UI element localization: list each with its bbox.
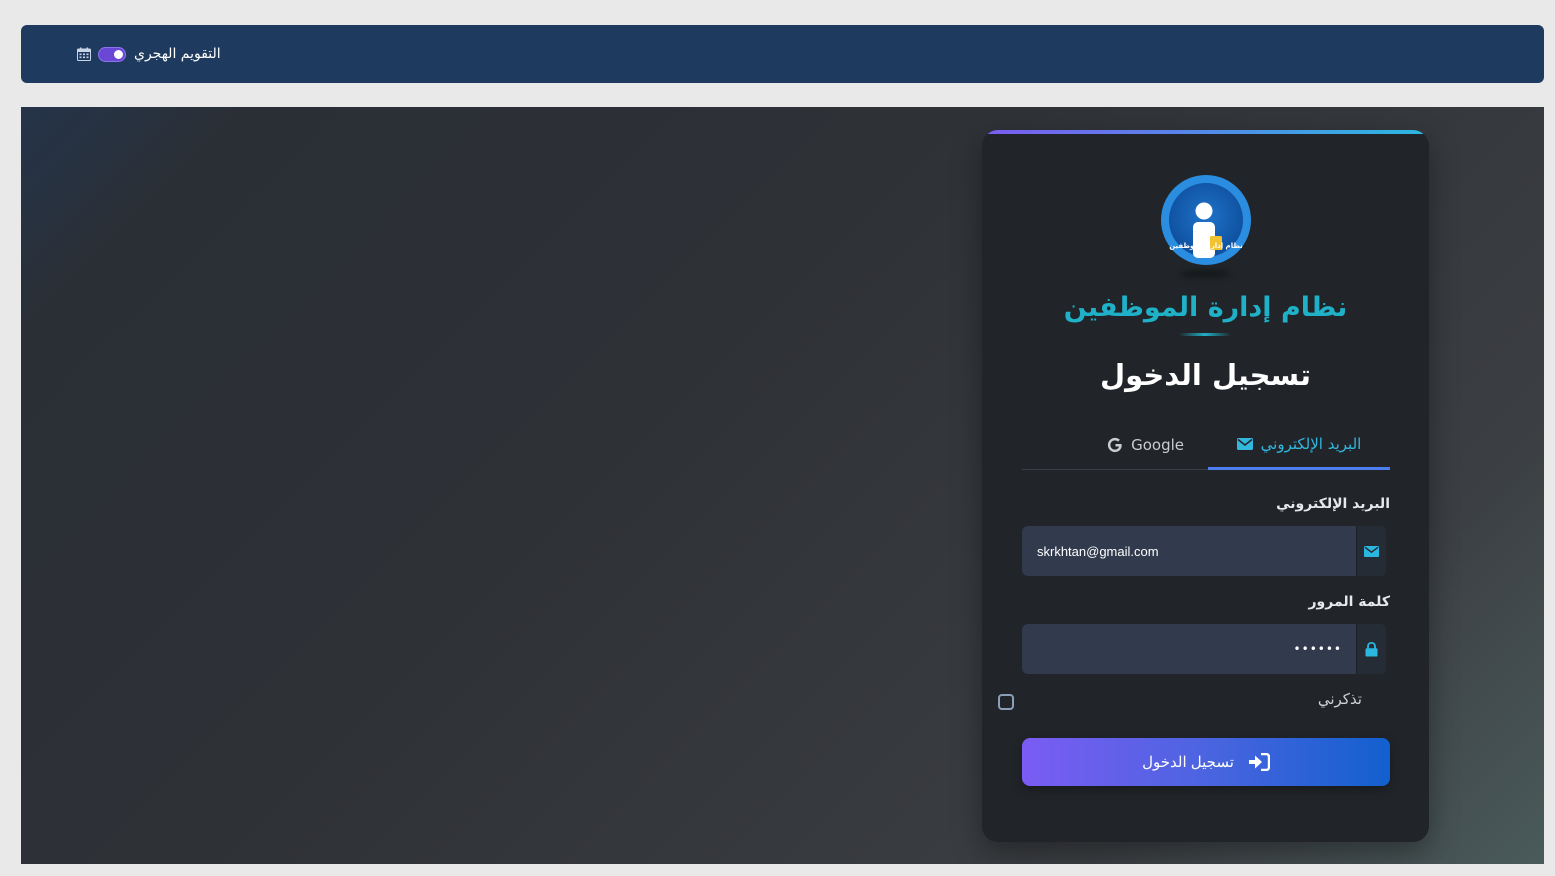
envelope-icon [1236, 437, 1253, 450]
password-input-group: •••••• [1022, 624, 1386, 674]
email-field-label: البريد الإلكتروني [1276, 496, 1390, 512]
password-addon [1356, 624, 1386, 674]
email-input-group [1022, 526, 1386, 576]
email-field[interactable] [1022, 526, 1356, 576]
lock-icon [1365, 641, 1378, 656]
app-logo: نظام إدارة الموظفين [1161, 175, 1251, 265]
password-mask: •••••• [1293, 642, 1342, 656]
logo-shadow [1180, 270, 1230, 278]
top-header-bar: التقويم الهجري [21, 25, 1544, 83]
password-field-label: كلمة المرور [1308, 594, 1390, 610]
hijri-calendar-control[interactable]: التقويم الهجري [77, 44, 221, 64]
login-button-label: تسجيل الدخول [1142, 754, 1234, 771]
tab-email-label: البريد الإلكتروني [1260, 434, 1362, 453]
hijri-calendar-label: التقويم الهجري [134, 46, 221, 62]
tab-google-label: Google [1131, 436, 1184, 454]
card-accent-bar [982, 130, 1429, 134]
remember-me-checkbox[interactable] [998, 694, 1014, 710]
page-title: تسجيل الدخول [1100, 358, 1311, 392]
login-button[interactable]: تسجيل الدخول [1022, 738, 1390, 786]
google-icon [1107, 437, 1122, 453]
logo-text: نظام إدارة الموظفين [1169, 242, 1243, 250]
tab-email[interactable]: البريد الإلكتروني [1208, 420, 1390, 470]
calendar-icon [77, 47, 91, 61]
login-card: نظام إدارة الموظفين نظام إدارة الموظفين … [982, 130, 1429, 842]
app-name: نظام إدارة الموظفين [1063, 292, 1348, 323]
envelope-icon [1364, 545, 1379, 557]
hijri-calendar-toggle[interactable] [98, 46, 126, 62]
page-background: نظام إدارة الموظفين نظام إدارة الموظفين … [21, 107, 1544, 864]
login-method-tabs: البريد الإلكتروني Google [1022, 420, 1390, 470]
remember-me-label: تذكرني [1317, 690, 1362, 708]
app-name-underline [1179, 333, 1231, 336]
email-addon [1356, 526, 1386, 576]
tab-google[interactable]: Google [1107, 420, 1184, 470]
sign-in-icon [1248, 753, 1270, 771]
toggle-knob [114, 49, 123, 59]
